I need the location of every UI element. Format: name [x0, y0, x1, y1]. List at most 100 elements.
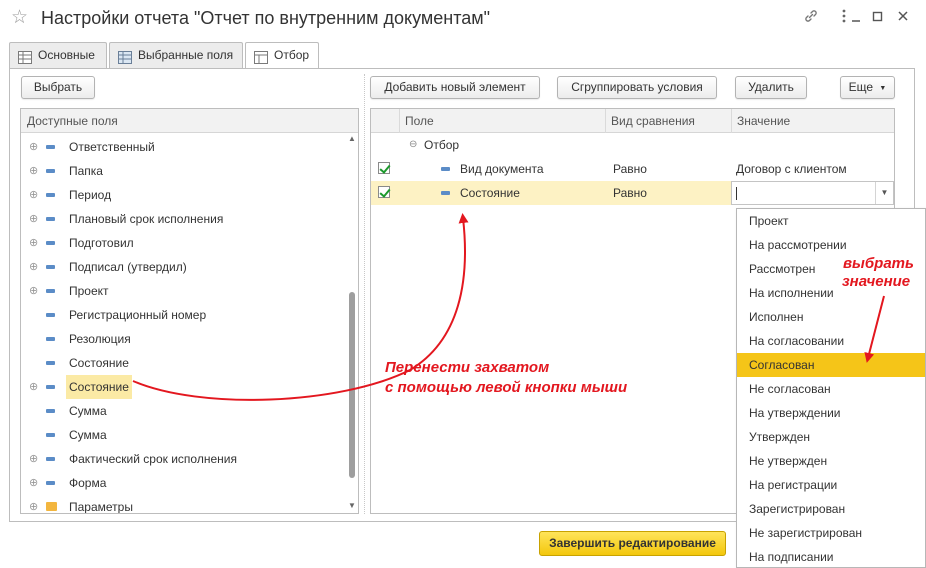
checkbox-checked-icon[interactable]	[378, 186, 390, 198]
dropdown-option[interactable]: Согласован	[737, 353, 925, 377]
expand-icon[interactable]: ⊕	[29, 231, 38, 255]
field-icon	[46, 385, 55, 389]
column-comparison[interactable]: Вид сравнения	[605, 109, 731, 133]
available-field-item[interactable]: ⊕ Проект	[21, 279, 347, 303]
finish-editing-button[interactable]: Завершить редактирование	[539, 531, 726, 556]
group-conditions-button[interactable]: Сгруппировать условия	[557, 76, 717, 99]
available-field-item[interactable]: Сумма	[21, 423, 347, 447]
expand-icon[interactable]: ⊕	[29, 207, 38, 231]
available-field-item[interactable]: ⊕ Период	[21, 183, 347, 207]
dropdown-option[interactable]: Проект	[737, 209, 925, 233]
available-fields-scrollbar[interactable]: ▲ ▼	[346, 132, 358, 510]
expand-icon[interactable]: ⊕	[29, 159, 38, 183]
available-field-item[interactable]: ⊕ Состояние	[21, 375, 347, 399]
minimize-icon[interactable]	[846, 8, 866, 28]
select-button[interactable]: Выбрать	[21, 76, 95, 99]
expand-icon[interactable]: ⊕	[29, 183, 38, 207]
filter-row-selected[interactable]: Состояние Равно ▼	[371, 181, 894, 205]
available-field-label: Резолюция	[69, 332, 131, 346]
available-field-label: Плановый срок исполнения	[69, 212, 224, 226]
group-label: Отбор	[424, 138, 460, 152]
tab-label: Отбор	[274, 48, 310, 62]
filter-field: Состояние	[460, 186, 520, 200]
field-icon	[46, 265, 55, 269]
dropdown-option[interactable]: Утвержден	[737, 425, 925, 449]
filter-row[interactable]: Вид документа Равно Договор с клиентом	[371, 157, 894, 181]
filter-field: Вид документа	[460, 162, 544, 176]
field-icon	[46, 481, 55, 485]
filter-group-row[interactable]: ⊖ Отбор	[371, 133, 894, 157]
table-icon	[118, 48, 132, 64]
checkbox-checked-icon[interactable]	[378, 162, 390, 174]
table-icon	[18, 48, 32, 64]
value-input[interactable]: ▼	[731, 181, 894, 205]
dropdown-option[interactable]: На рассмотрении	[737, 233, 925, 257]
dropdown-option[interactable]: На регистрации	[737, 473, 925, 497]
tab-filter[interactable]: Отбор	[245, 42, 319, 70]
field-icon	[46, 145, 55, 149]
window-title: Настройки отчета "Отчет по внутренним до…	[41, 8, 491, 28]
dropdown-arrow-icon[interactable]: ▼	[875, 182, 893, 204]
dropdown-option[interactable]: На утверждении	[737, 401, 925, 425]
available-field-item[interactable]: ⊕ Папка	[21, 159, 347, 183]
field-icon	[46, 289, 55, 293]
column-field[interactable]: Поле	[399, 109, 605, 133]
available-field-label: Проект	[69, 284, 109, 298]
dropdown-option[interactable]: На подписании	[737, 545, 925, 567]
expand-icon[interactable]: ⊕	[29, 279, 38, 303]
dropdown-option[interactable]: На согласовании	[737, 329, 925, 353]
available-field-item[interactable]: Сумма	[21, 399, 347, 423]
field-icon	[441, 167, 450, 171]
expand-icon[interactable]: ⊕	[29, 495, 38, 513]
dropdown-option[interactable]: Не утвержден	[737, 449, 925, 473]
dropdown-option[interactable]: Зарегистрирован	[737, 497, 925, 521]
available-field-label: Подготовил	[69, 236, 134, 250]
available-field-item[interactable]: ⊕ Подготовил	[21, 231, 347, 255]
maximize-icon[interactable]	[868, 8, 888, 28]
text-cursor	[736, 187, 737, 200]
panel-splitter[interactable]	[364, 74, 365, 514]
field-icon	[46, 337, 55, 341]
star-icon[interactable]: ☆	[11, 6, 28, 29]
expand-icon[interactable]: ⊕	[29, 375, 38, 399]
scroll-down-icon[interactable]: ▼	[348, 501, 356, 510]
available-field-item[interactable]: Состояние	[21, 351, 347, 375]
available-field-item[interactable]: ⊕ Подписал (утвердил)	[21, 255, 347, 279]
available-field-item[interactable]: Резолюция	[21, 327, 347, 351]
tab-selected-fields[interactable]: Выбранные поля	[109, 42, 243, 69]
expand-icon[interactable]: ⊕	[29, 135, 38, 159]
more-menu-button[interactable]: Еще ▼	[840, 76, 895, 99]
link-icon[interactable]	[801, 8, 821, 28]
dropdown-option[interactable]: Не зарегистрирован	[737, 521, 925, 545]
dropdown-option[interactable]: Исполнен	[737, 305, 925, 329]
filter-comparison[interactable]: Равно	[613, 157, 647, 181]
available-field-item[interactable]: ⊕ Ответственный	[21, 135, 347, 159]
expand-icon[interactable]: ⊕	[29, 255, 38, 279]
filter-table-header: Поле Вид сравнения Значение	[371, 109, 894, 133]
dropdown-option[interactable]: Не согласован	[737, 377, 925, 401]
collapse-icon[interactable]: ⊖	[409, 133, 417, 157]
available-field-item[interactable]: ⊕ Параметры	[21, 495, 347, 514]
expand-icon[interactable]: ⊕	[29, 447, 38, 471]
available-field-label: Параметры	[69, 500, 133, 514]
available-field-item[interactable]: ⊕ Форма	[21, 471, 347, 495]
filter-comparison[interactable]: Равно	[613, 181, 647, 205]
available-field-item[interactable]: ⊕ Фактический срок исполнения	[21, 447, 347, 471]
tab-main[interactable]: Основные	[9, 42, 107, 69]
field-icon	[46, 193, 55, 197]
add-new-element-button[interactable]: Добавить новый элемент	[370, 76, 540, 99]
available-field-item[interactable]: ⊕ Плановый срок исполнения	[21, 207, 347, 231]
scrollbar-thumb[interactable]	[349, 292, 355, 478]
close-icon[interactable]	[893, 8, 913, 28]
chevron-down-icon: ▼	[879, 85, 887, 92]
available-field-item[interactable]: Регистрационный номер	[21, 303, 347, 327]
filter-value[interactable]: Договор с клиентом	[736, 157, 847, 181]
scroll-up-icon[interactable]: ▲	[348, 134, 356, 143]
field-icon	[46, 241, 55, 245]
drag-annotation: Перенести захватом с помощью левой кнопк…	[385, 358, 627, 398]
expand-icon[interactable]: ⊕	[29, 471, 38, 495]
delete-button[interactable]: Удалить	[735, 76, 807, 99]
column-value[interactable]: Значение	[731, 109, 894, 133]
field-icon	[46, 433, 55, 437]
drag-annotation-line1: Перенести захватом	[385, 359, 550, 376]
